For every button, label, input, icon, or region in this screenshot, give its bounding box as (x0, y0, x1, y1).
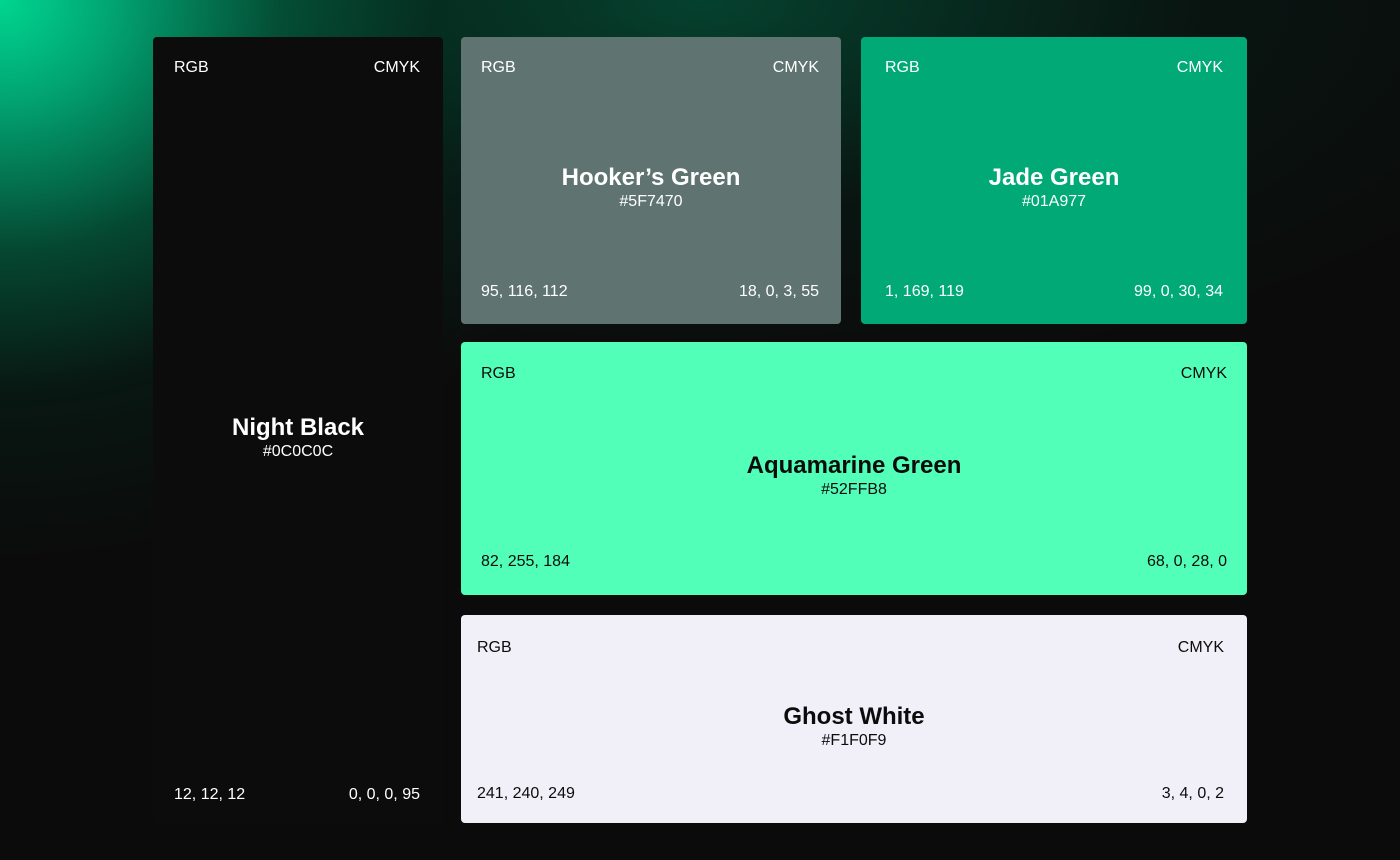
cmyk-value: 99, 0, 30, 34 (1134, 283, 1223, 300)
cmyk-label: CMYK (1177, 639, 1224, 656)
rgb-value: 95, 116, 112 (481, 283, 568, 300)
rgb-label: RGB (481, 365, 516, 382)
swatch-title-block: Jade Green #01A977 (861, 164, 1247, 212)
hex-code: #52FFB8 (821, 481, 887, 498)
cmyk-value: 68, 0, 28, 0 (1146, 553, 1227, 570)
cmyk-label: CMYK (1176, 59, 1223, 76)
rgb-label: RGB (885, 59, 920, 76)
hex-code: #0C0C0C (262, 443, 334, 460)
swatch-jade-green: RGB CMYK Jade Green #01A977 1, 169, 119 … (861, 37, 1247, 324)
swatch-hookers-green: RGB CMYK Hooker’s Green #5F7470 95, 116,… (461, 37, 841, 324)
rgb-value: 1, 169, 119 (885, 283, 964, 300)
color-name: Ghost White (783, 703, 925, 730)
color-name: Aquamarine Green (746, 452, 962, 479)
hex-code: #F1F0F9 (821, 732, 887, 749)
rgb-value: 241, 240, 249 (477, 785, 575, 802)
swatch-aquamarine-green: RGB CMYK Aquamarine Green #52FFB8 82, 25… (461, 342, 1247, 595)
swatch-night-black: RGB CMYK Night Black #0C0C0C 12, 12, 12 … (153, 37, 443, 823)
swatch-title-block: Hooker’s Green #5F7470 (461, 164, 841, 212)
rgb-value: 82, 255, 184 (481, 553, 570, 570)
rgb-value: 12, 12, 12 (174, 786, 246, 803)
hex-code: #01A977 (1021, 193, 1087, 210)
color-name: Hooker’s Green (561, 164, 741, 191)
swatch-title-block: Night Black #0C0C0C (153, 414, 443, 462)
color-name: Night Black (231, 414, 365, 441)
rgb-label: RGB (477, 639, 512, 656)
swatch-title-block: Ghost White #F1F0F9 (461, 703, 1247, 751)
cmyk-value: 18, 0, 3, 55 (738, 283, 819, 300)
cmyk-label: CMYK (373, 59, 420, 76)
swatch-title-block: Aquamarine Green #52FFB8 (461, 452, 1247, 500)
color-name: Jade Green (988, 164, 1120, 191)
cmyk-label: CMYK (1180, 365, 1227, 382)
cmyk-value: 3, 4, 0, 2 (1161, 785, 1224, 802)
cmyk-value: 0, 0, 0, 95 (348, 786, 420, 803)
rgb-label: RGB (481, 59, 516, 76)
hex-code: #5F7470 (619, 193, 683, 210)
rgb-label: RGB (174, 59, 209, 76)
cmyk-label: CMYK (772, 59, 819, 76)
swatch-ghost-white: RGB CMYK Ghost White #F1F0F9 241, 240, 2… (461, 615, 1247, 823)
